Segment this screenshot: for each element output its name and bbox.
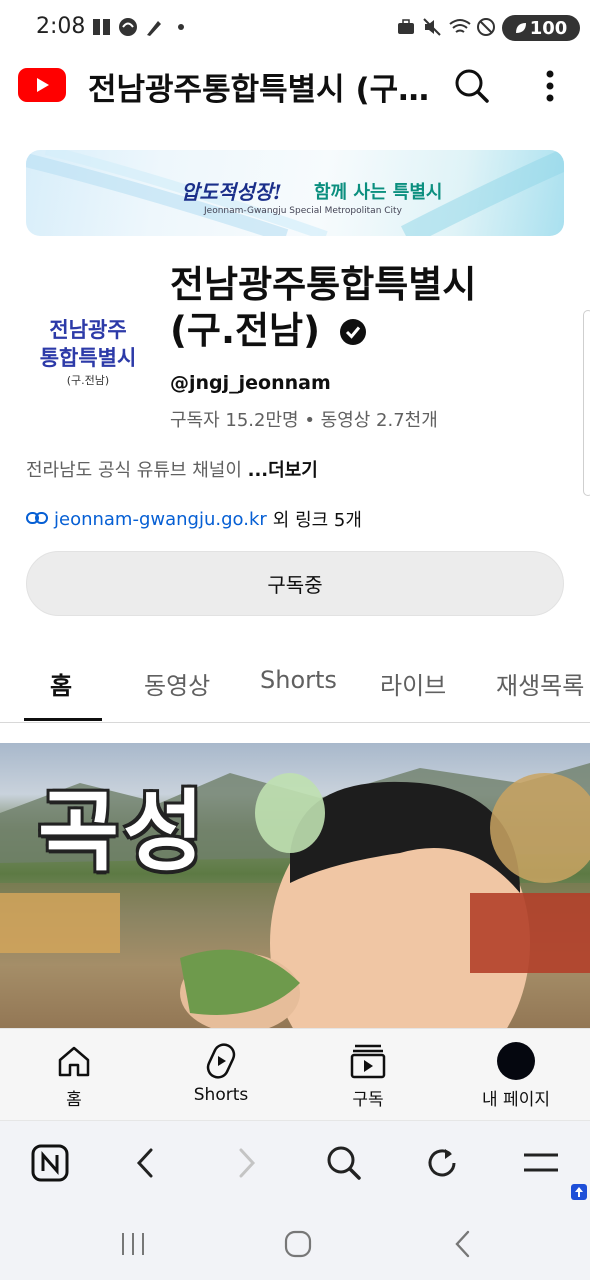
battery-indicator: 100 <box>502 15 580 41</box>
refresh-icon[interactable] <box>418 1141 466 1185</box>
mute-icon <box>422 16 442 38</box>
tab-live[interactable]: 라이브 <box>380 666 446 701</box>
nav-shorts-label: Shorts <box>193 1085 249 1105</box>
system-back-icon[interactable] <box>438 1224 488 1264</box>
system-navigation <box>0 1204 590 1280</box>
description-text: 전라남도 공식 유튜브 채널이 <box>26 460 248 481</box>
link-url[interactable]: jeonnam-gwangju.go.kr <box>54 509 267 530</box>
more-link[interactable]: ...더보기 <box>248 460 318 481</box>
channel-stats: 구독자 15.2만명 • 동영상 2.7천개 <box>170 410 438 431</box>
nav-my-page[interactable]: 내 페이지 <box>456 1039 576 1110</box>
banner-subtitle: Jeonnam-Gwangju Special Metropolitan Cit… <box>204 206 402 216</box>
more-notifications-dot-icon <box>176 16 186 38</box>
banner-slogan-italic: 압도적성장! <box>181 180 282 204</box>
tab-home[interactable]: 홈 <box>50 666 72 701</box>
channel-avatar[interactable]: 전남광주 통합특별시 (구.전남) <box>26 296 150 400</box>
avatar-line2: 통합특별시 <box>39 346 137 370</box>
search-icon[interactable] <box>452 66 492 106</box>
nav-shorts[interactable]: Shorts <box>161 1039 281 1105</box>
nav-home-label: 홈 <box>66 1090 82 1110</box>
notification-app-icon <box>92 16 112 38</box>
channel-name-text: 전남광주통합특별시 (구.전남) <box>170 263 477 352</box>
nav-subscriptions-label: 구독 <box>352 1090 384 1110</box>
more-links-label[interactable]: 외 링크 5개 <box>273 506 362 532</box>
menu-icon[interactable] <box>517 1141 565 1185</box>
avatar-line3: (구.전남) <box>66 374 110 387</box>
briefcase-icon <box>396 16 416 38</box>
tab-indicator <box>24 718 102 721</box>
nav-subscriptions[interactable]: 구독 <box>308 1039 428 1110</box>
more-options-icon[interactable] <box>536 66 564 106</box>
wifi-icon <box>448 16 472 38</box>
thumbnail-title: 곡성 <box>38 780 208 883</box>
naver-icon[interactable] <box>26 1141 74 1185</box>
home-button-icon[interactable] <box>273 1224 323 1264</box>
avatar-line1: 전남광주 <box>49 318 127 342</box>
battery-level: 100 <box>529 17 568 39</box>
forward-icon[interactable] <box>222 1141 270 1185</box>
notification-pen-icon <box>144 16 164 38</box>
channel-tabs: 홈 동영상 Shorts 라이브 재생목록 <box>0 648 590 723</box>
channel-links[interactable]: jeonnam-gwangju.go.kr 외 링크 5개 <box>26 506 362 532</box>
tab-playlists[interactable]: 재생목록 <box>496 666 584 701</box>
tab-shorts[interactable]: Shorts <box>260 666 337 694</box>
banner-waves <box>26 150 564 236</box>
youtube-logo-icon[interactable] <box>18 68 66 102</box>
do-not-disturb-icon <box>476 16 496 38</box>
notification-circle-icon <box>118 16 138 38</box>
recent-apps-icon[interactable] <box>108 1224 158 1264</box>
channel-name: 전남광주통합특별시 (구.전남) <box>170 262 550 357</box>
scroll-handle[interactable] <box>583 310 590 496</box>
home-icon <box>14 1039 134 1083</box>
link-icon <box>26 509 48 530</box>
app-bar: 전남광주통합특별시 (구.전남) <box>0 56 590 116</box>
shorts-icon <box>161 1039 281 1083</box>
nav-home[interactable]: 홈 <box>14 1039 134 1110</box>
bottom-navigation: 홈 Shorts 구독 내 페이지 <box>0 1028 590 1121</box>
bookmark-badge-icon[interactable] <box>570 1183 588 1201</box>
nav-my-page-label: 내 페이지 <box>482 1090 550 1110</box>
browser-search-icon[interactable] <box>320 1141 368 1185</box>
verified-badge-icon <box>339 311 367 357</box>
page-title: 전남광주통합특별시 (구.전남) <box>88 72 438 108</box>
subscribe-button[interactable]: 구독중 <box>26 551 564 616</box>
subscriptions-icon <box>308 1039 428 1083</box>
avatar-icon <box>456 1039 576 1083</box>
video-thumbnail[interactable]: 곡성 <box>0 743 590 1028</box>
status-bar: 2:08 100 <box>0 0 590 56</box>
channel-banner: 압도적성장! 함께 사는 특별시 Jeonnam-Gwangju Special… <box>26 150 564 236</box>
back-icon[interactable] <box>122 1141 170 1185</box>
browser-toolbar <box>0 1120 590 1205</box>
banner-slogan: 함께 사는 특별시 <box>314 182 443 203</box>
tab-videos[interactable]: 동영상 <box>144 666 210 701</box>
channel-description[interactable]: 전라남도 공식 유튜브 채널이 ...더보기 <box>26 456 318 482</box>
status-time: 2:08 <box>36 14 86 39</box>
battery-leaf-icon <box>515 18 527 39</box>
channel-handle: @jngj_jeonnam <box>170 372 331 394</box>
